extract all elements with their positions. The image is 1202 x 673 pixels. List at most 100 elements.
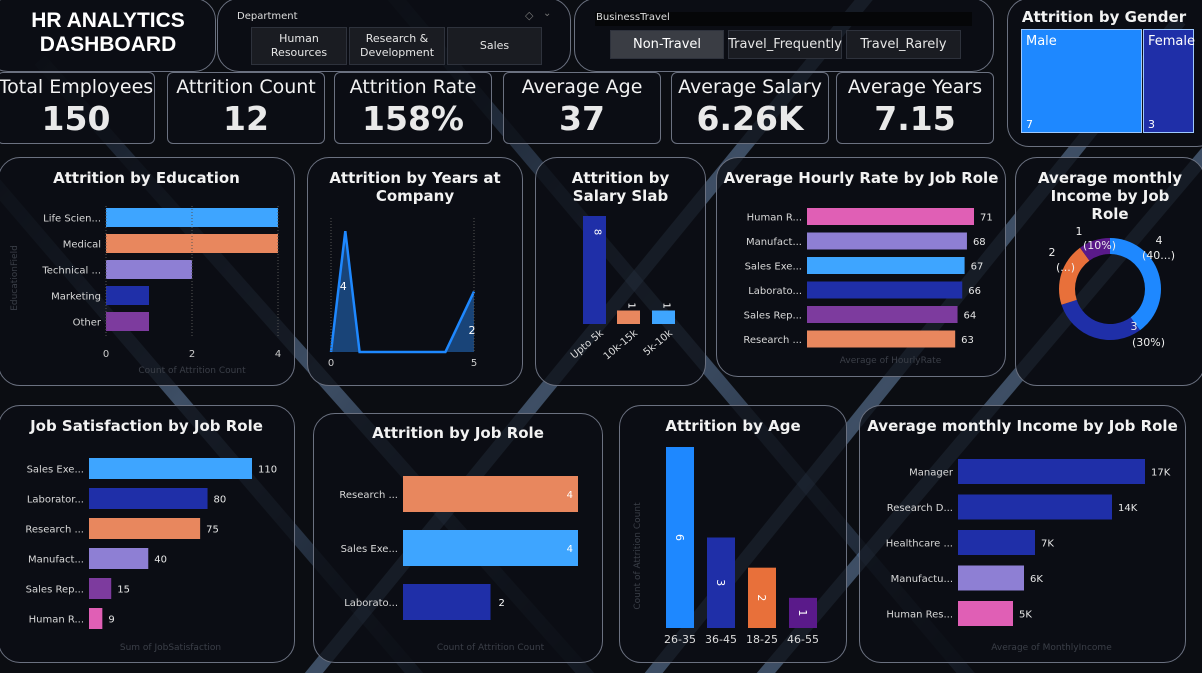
category-label: Manufactu... [891,574,953,585]
travel-option-rarely[interactable]: Travel_Rarely [846,30,961,59]
category-label: Healthcare ... [886,539,953,550]
category-label: Human R... [29,615,84,626]
data-label: 1 [626,302,637,308]
data-label: 6K [1030,574,1043,585]
department-option-hr[interactable]: Human Resources [251,27,347,65]
travel-option-non-travel[interactable]: Non-Travel [610,30,724,59]
category-label: Manager [909,468,954,479]
category-label: 10k-15k [602,328,640,363]
bar [807,306,958,323]
bar [807,257,965,274]
data-label: 6 [673,534,686,541]
department-option-sales[interactable]: Sales [447,27,542,65]
category-label: Upto 5k [569,328,606,362]
treemap-female-value: 3 [1148,118,1155,131]
kpi-attrition-rate: Attrition Rate 158% [334,72,492,144]
bar [106,312,149,331]
attrition-by-age-card: Attrition by Age 6 26-35 3 36-45 2 18-25 1 46-5… [619,405,847,663]
category-label: 18-25 [746,633,778,646]
slice-percent-label: (40...) [1142,249,1175,262]
bar [958,459,1145,484]
travel-option-frequently[interactable]: Travel_Frequently [728,30,842,59]
treemap-female-label: Female [1148,34,1196,49]
department-option-rnd[interactable]: Research & Development [349,27,445,65]
y-axis-label: Count of Attrition Count [633,502,643,610]
eraser-icon[interactable]: ◇ [525,9,533,22]
hourly-chart: Human R... 71 Manufact... 68 Sales Exe... 67 L… [743,208,993,366]
bar [89,608,103,629]
data-label: 67 [971,262,984,273]
bar [958,601,1013,626]
category-label: Sales Rep... [744,311,802,322]
bar [89,578,112,599]
data-label: 8 [592,229,603,235]
donut-slice [1061,299,1140,340]
data-label: 4 [340,280,347,293]
department-slicer-label: Department [237,11,298,22]
kpi-average-years: Average Years 7.15 [836,72,994,144]
gender-chart-title: Attrition by Gender [1021,8,1187,26]
treemap-male[interactable]: Male 7 [1021,29,1142,133]
category-label: Sales Exe... [27,465,84,476]
bar [89,488,208,509]
data-label: 40 [154,555,167,566]
kpi-value: 7.15 [874,99,956,138]
category-label: Research ... [25,525,84,536]
bar [89,518,201,539]
bar [652,310,675,324]
category-label: 26-35 [664,633,696,646]
category-label: Marketing [51,292,101,303]
attrition-by-education-card: Attrition by Education Life Scien... Medi… [0,157,295,386]
bar [403,476,578,512]
bar [807,330,956,348]
data-label: 2 [499,598,505,609]
chevron-down-icon[interactable]: ⌄ [543,8,551,19]
treemap-female[interactable]: Female 3 [1143,29,1196,133]
kpi-label: Average Age [521,76,643,98]
bar [89,548,149,569]
business-travel-slicer: BusinessTravel Non-Travel Travel_Frequen… [574,0,994,72]
donut-slice [1059,247,1090,305]
bar [807,208,974,225]
kpi-total-employees: Total Employees 150 [0,72,155,144]
slice-label: 4 [1156,234,1163,247]
category-label: Human R... [747,213,802,224]
kpi-label: Attrition Rate [349,76,477,98]
jobrole-chart: Research ... 4 Sales Exe... 4 Laborato... 2 Co… [339,476,578,653]
category-label: Life Scien... [43,214,101,225]
x-axis-label: Count of Attrition Count [437,643,545,653]
data-label: 4 [567,544,573,555]
satisfaction-chart: Sales Exe... 110 Laborator... 80 Research ..… [25,458,277,653]
category-label: 46-55 [787,633,819,646]
data-label: 64 [964,311,977,322]
data-label: 66 [968,286,981,297]
attrition-by-years-card: Attrition by Years at Company 4205 [307,157,523,386]
kpi-value: 6.26K [696,99,804,138]
data-label: 1 [796,609,809,616]
treemap-male-label: Male [1026,34,1057,49]
kpi-label: Attrition Count [176,76,316,98]
data-label: 2 [469,324,476,337]
years-chart: 4 2 0 5 [328,218,477,369]
data-label: 17K [1151,468,1171,479]
x-tick-label: 5 [471,358,477,369]
bar [807,232,967,250]
education-chart: Life Scien... Medical Technical ... Marketi… [10,206,281,376]
category-label: Manufact... [746,237,802,248]
kpi-average-age: Average Age 37 [503,72,661,144]
data-label: 75 [206,525,219,536]
kpi-average-salary: Average Salary 6.26K [671,72,829,144]
treemap-male-value: 7 [1026,118,1033,131]
monthly-income-bar-card: Average monthly Income by Job Role Manag… [859,405,1186,663]
data-label: 1 [661,302,672,308]
x-tick-label: 4 [275,349,281,360]
category-label: Research ... [339,490,398,501]
bar [807,281,963,299]
slice-percent-label: (10%) [1083,239,1116,252]
slice-label: 2 [1049,246,1056,259]
kpi-attrition-count: Attrition Count 12 [167,72,325,144]
attrition-by-gender-card: Attrition by Gender Male 7 Female 3 [1007,0,1202,147]
data-label: 2 [755,594,768,601]
category-label: Technical ... [41,266,101,277]
slice-percent-label: (30%) [1132,336,1165,349]
